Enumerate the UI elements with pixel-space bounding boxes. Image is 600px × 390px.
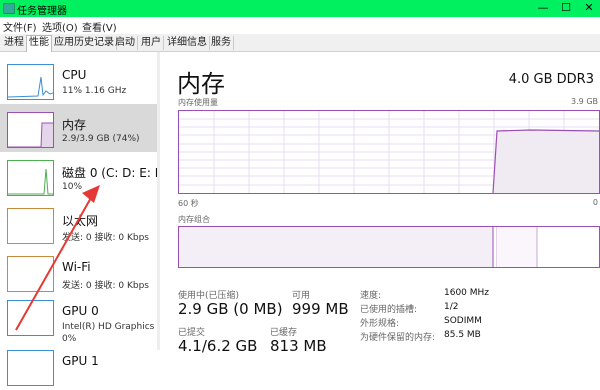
close-button[interactable]: ✕ xyxy=(579,1,599,15)
memory-detail-panel: 内存 4.0 GB DDR3 内存使用量 3.9 GB 60 秒 0 内存组合 xyxy=(160,52,600,355)
tab-services[interactable]: 服务 xyxy=(209,36,234,50)
sidebar-item-ethernet[interactable]: 以太网 发送: 0 接收: 0 Kbps xyxy=(0,200,157,248)
graph-time-right: 0 xyxy=(592,198,598,207)
cached-value: 813 MB xyxy=(270,337,327,355)
memory-thumbnail-graph xyxy=(7,112,54,148)
memory-composition-bar xyxy=(178,226,600,268)
committed-value: 4.1/6.2 GB xyxy=(178,337,258,355)
sidebar-item-detail: Intel(R) HD Graphics 5 xyxy=(62,322,163,332)
ethernet-thumbnail-graph xyxy=(7,208,54,244)
slots-value: 1/2 xyxy=(444,302,459,312)
form-factor-value: SODIMM xyxy=(444,316,482,326)
sidebar-item-title: CPU xyxy=(62,68,87,82)
sidebar-item-detail: 发送: 0 接收: 0 Kbps xyxy=(62,233,149,243)
sidebar-item-detail: 10% xyxy=(62,182,83,192)
page-title: 内存 xyxy=(177,70,225,98)
maximize-button[interactable]: ☐ xyxy=(556,1,576,15)
reserved-value: 85.5 MB xyxy=(444,330,481,340)
menu-bar: 文件(F) 选项(O) 查看(V) xyxy=(0,17,600,34)
composition-label: 内存组合 xyxy=(178,215,210,224)
cpu-thumbnail-graph xyxy=(7,64,54,100)
sidebar-item-title: Wi-Fi xyxy=(62,260,91,274)
sidebar-item-cpu[interactable]: CPU 11% 1.16 GHz xyxy=(0,56,157,104)
tab-details[interactable]: 详细信息 xyxy=(165,36,210,50)
sidebar-item-gpu0[interactable]: GPU 0 Intel(R) HD Graphics 5 0% xyxy=(0,292,163,344)
tab-bar: 进程 性能 应用历史记录 启动 用户 详细信息 服务 xyxy=(0,34,600,52)
sidebar-item-title: 以太网 xyxy=(62,214,99,228)
available-value: 999 MB xyxy=(292,300,349,318)
gpu1-thumbnail-graph xyxy=(7,350,54,386)
memory-total: 4.0 GB DDR3 xyxy=(508,72,594,87)
sidebar-item-memory[interactable]: 内存 2.9/3.9 GB (74%) xyxy=(0,104,157,152)
sidebar-item-detail: 11% 1.16 GHz xyxy=(62,86,127,96)
menu-file[interactable]: 文件(F) xyxy=(3,19,37,34)
memory-usage-graph xyxy=(178,110,600,194)
window-title: 任务管理器 xyxy=(17,6,67,17)
gpu0-thumbnail-graph xyxy=(7,300,54,336)
sidebar-item-title: GPU 0 xyxy=(62,304,99,318)
menu-options[interactable]: 选项(O) xyxy=(42,19,78,34)
task-manager-icon xyxy=(3,3,15,14)
tab-processes[interactable]: 进程 xyxy=(2,36,27,50)
sidebar-item-title: 磁盘 0 (C: D: E: F: xyxy=(62,166,165,180)
sidebar-item-title: GPU 1 xyxy=(62,354,99,368)
speed-label: 速度: xyxy=(360,291,382,301)
tab-app-history[interactable]: 应用历史记录 xyxy=(52,36,117,50)
minimize-button[interactable]: — xyxy=(533,1,553,15)
slots-label: 已使用的插槽: xyxy=(360,305,418,315)
sidebar-item-detail: 2.9/3.9 GB (74%) xyxy=(62,134,140,144)
tab-startup[interactable]: 启动 xyxy=(113,36,138,50)
title-bar: 任务管理器 — ☐ ✕ xyxy=(0,0,600,17)
graph-time-left: 60 秒 xyxy=(178,199,199,208)
tab-performance[interactable]: 性能 xyxy=(26,35,52,52)
sidebar-item-gpu1[interactable]: GPU 1 xyxy=(0,342,157,390)
sidebar-item-title: 内存 xyxy=(62,118,87,132)
in-use-value: 2.9 GB (0 MB) xyxy=(178,300,283,318)
speed-value: 1600 MHz xyxy=(444,288,490,298)
disk-thumbnail-graph xyxy=(7,160,54,196)
usage-graph-label: 内存使用量 xyxy=(178,98,218,107)
sidebar-item-detail: 发送: 0 接收: 0 Kbps xyxy=(62,281,149,291)
form-factor-label: 外形规格: xyxy=(360,319,400,329)
tab-users[interactable]: 用户 xyxy=(139,36,164,50)
reserved-label: 为硬件保留的内存: xyxy=(360,333,436,343)
usage-graph-max: 3.9 GB xyxy=(571,97,598,106)
wifi-thumbnail-graph xyxy=(7,256,54,292)
sidebar-item-wifi[interactable]: Wi-Fi 发送: 0 接收: 0 Kbps xyxy=(0,248,157,296)
menu-view[interactable]: 查看(V) xyxy=(82,19,117,34)
sidebar-item-disk[interactable]: 磁盘 0 (C: D: E: F: 10% xyxy=(0,152,165,200)
resource-sidebar: CPU 11% 1.16 GHz 内存 2.9/3.9 GB (74%) 磁盘 … xyxy=(0,52,165,386)
